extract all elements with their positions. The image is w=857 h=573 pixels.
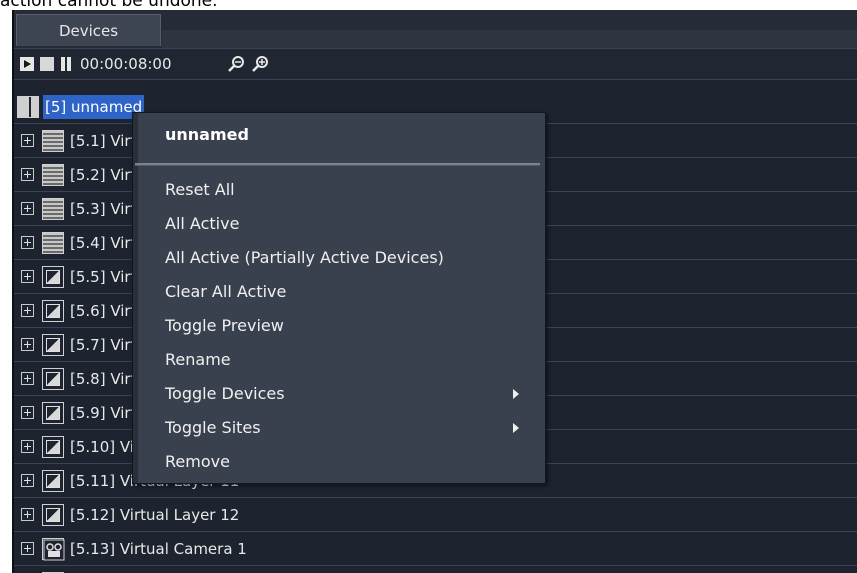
- tree-row-label[interactable]: [5.14] Virtual Camera 2: [70, 566, 247, 573]
- layer-icon: [42, 334, 64, 356]
- expand-icon[interactable]: [21, 304, 34, 317]
- menu-item-reset-all[interactable]: Reset All: [165, 173, 533, 207]
- tab-bar-fill: [162, 30, 857, 48]
- layer-icon: [42, 300, 64, 322]
- devices-panel: Devices 00:00:08:00 [5] unnamed [5.1] Vi…: [12, 10, 857, 573]
- expand-icon[interactable]: [21, 474, 34, 487]
- expand-icon[interactable]: [21, 372, 34, 385]
- menu-item-toggle-sites[interactable]: Toggle Sites: [165, 411, 533, 445]
- menu-item-clear-all-active[interactable]: Clear All Active: [165, 275, 533, 309]
- tree-row-label[interactable]: [5.12] Virtual Layer 12: [70, 498, 239, 532]
- menu-item-label: All Active (Partially Active Devices): [165, 248, 444, 267]
- layer-icon: [42, 368, 64, 390]
- zoom-out-icon[interactable]: [226, 54, 246, 74]
- transport-bar: 00:00:08:00: [14, 49, 857, 80]
- pause-icon[interactable]: [60, 57, 74, 71]
- menu-item-label: Remove: [165, 452, 230, 471]
- menu-item-label: Rename: [165, 350, 231, 369]
- play-icon[interactable]: [20, 57, 34, 71]
- menu-item-label: Toggle Preview: [165, 316, 284, 335]
- tree-row[interactable]: [5.13] Virtual Camera 1: [14, 532, 857, 566]
- layer-icon: [42, 470, 64, 492]
- menu-item-toggle-preview[interactable]: Toggle Preview: [165, 309, 533, 343]
- menu-item-label: Reset All: [165, 180, 235, 199]
- submenu-arrow-icon: [513, 389, 519, 399]
- tree-row-label[interactable]: [5.13] Virtual Camera 1: [70, 532, 247, 566]
- menu-item-rename[interactable]: Rename: [165, 343, 533, 377]
- expand-icon[interactable]: [21, 508, 34, 521]
- menu-item-remove[interactable]: Remove: [165, 445, 533, 479]
- camera-icon: [42, 538, 65, 561]
- layer-icon: [42, 436, 64, 458]
- menu-item-label: All Active: [165, 214, 240, 233]
- grid-layer-icon: [42, 198, 64, 220]
- zoom-in-icon[interactable]: [250, 54, 270, 74]
- expand-icon[interactable]: [21, 202, 34, 215]
- submenu-arrow-icon: [513, 423, 519, 433]
- menu-item-label: Toggle Sites: [165, 418, 261, 437]
- menu-item-all-active-partially-active-devices[interactable]: All Active (Partially Active Devices): [165, 241, 533, 275]
- expand-icon[interactable]: [21, 338, 34, 351]
- menu-item-label: Toggle Devices: [165, 384, 285, 403]
- tree-row[interactable]: [5.14] Virtual Camera 2: [14, 566, 857, 573]
- device-group-icon: [17, 96, 39, 118]
- layer-icon: [42, 504, 64, 526]
- context-menu: unnamed Reset All All Active All Active (P…: [132, 112, 546, 484]
- layer-icon: [42, 402, 64, 424]
- tab-bar: Devices: [14, 10, 857, 49]
- layer-icon: [42, 266, 64, 288]
- menu-separator: [135, 163, 540, 166]
- timecode-display: 00:00:08:00: [80, 55, 172, 73]
- expand-icon[interactable]: [21, 134, 34, 147]
- expand-icon[interactable]: [21, 270, 34, 283]
- menu-item-all-active[interactable]: All Active: [165, 207, 533, 241]
- tab-devices[interactable]: Devices: [16, 14, 161, 46]
- grid-layer-icon: [42, 164, 64, 186]
- expand-icon[interactable]: [21, 406, 34, 419]
- grid-layer-icon: [42, 130, 64, 152]
- expand-icon[interactable]: [21, 168, 34, 181]
- menu-item-label: Clear All Active: [165, 282, 287, 301]
- tree-row[interactable]: [5.12] Virtual Layer 12: [14, 498, 857, 532]
- stop-icon[interactable]: [40, 57, 54, 71]
- expand-icon[interactable]: [21, 440, 34, 453]
- context-menu-title: unnamed: [165, 125, 249, 144]
- tree-root-label[interactable]: [5] unnamed: [43, 95, 145, 119]
- expand-icon[interactable]: [21, 542, 34, 555]
- expand-icon[interactable]: [21, 236, 34, 249]
- grid-layer-icon: [42, 232, 64, 254]
- menu-item-toggle-devices[interactable]: Toggle Devices: [165, 377, 533, 411]
